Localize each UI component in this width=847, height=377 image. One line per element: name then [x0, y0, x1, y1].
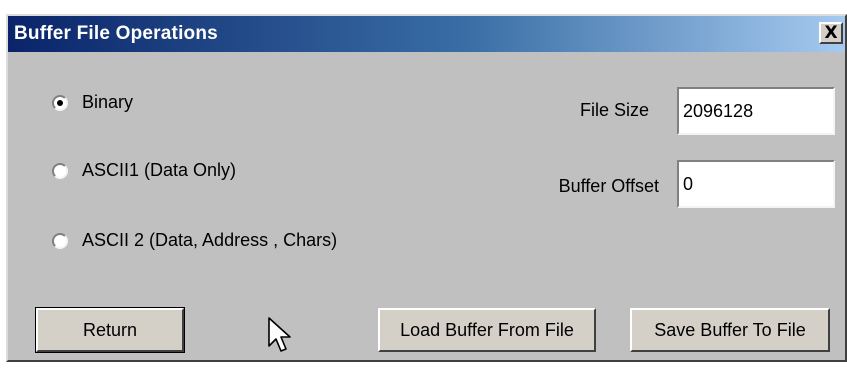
radio-button[interactable]: [52, 94, 68, 111]
load-buffer-button[interactable]: Load Buffer From File: [378, 308, 596, 352]
close-icon: X: [824, 22, 838, 43]
radio-label: ASCII 2 (Data, Address , Chars): [82, 230, 338, 250]
file-size-label: File Size: [579, 100, 649, 120]
buffer-offset-label: Buffer Offset: [558, 176, 659, 196]
radio-button[interactable]: [52, 162, 68, 179]
radio-option-ascii1[interactable]: ASCII1 (Data Only): [52, 160, 236, 181]
radio-label: ASCII1 (Data Only): [82, 160, 237, 180]
radio-button[interactable]: [52, 232, 68, 249]
buffer-offset-input[interactable]: [677, 160, 835, 208]
radio-label: Binary: [82, 92, 134, 112]
save-buffer-button[interactable]: Save Buffer To File: [630, 308, 830, 352]
window-title: Buffer File Operations: [14, 23, 218, 44]
return-button[interactable]: Return: [35, 307, 185, 353]
file-size-input[interactable]: [677, 87, 835, 135]
radio-option-binary[interactable]: Binary: [52, 92, 133, 113]
arrow-cursor-icon: [268, 317, 291, 352]
close-button[interactable]: X: [819, 22, 843, 44]
radio-option-ascii2[interactable]: ASCII 2 (Data, Address , Chars): [52, 230, 337, 251]
title-bar[interactable]: Buffer File Operations X: [8, 16, 845, 52]
dialog-window: Buffer File Operations X Binary ASCII1 (…: [6, 14, 847, 362]
